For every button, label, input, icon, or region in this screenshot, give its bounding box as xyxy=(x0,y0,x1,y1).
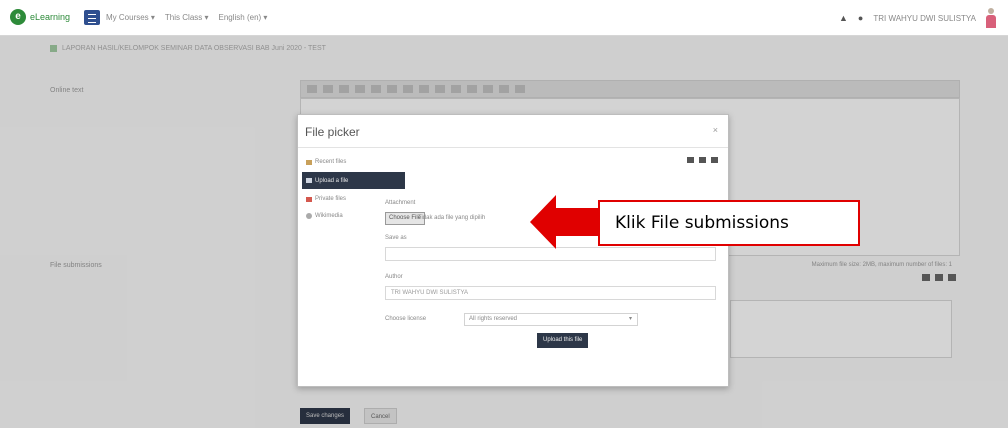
close-icon[interactable]: × xyxy=(713,125,718,135)
repo-item-label: Upload a file xyxy=(315,177,349,184)
save-as-input[interactable] xyxy=(385,247,716,261)
attachment-label: Attachment xyxy=(385,200,416,206)
avatar[interactable] xyxy=(986,8,996,28)
file-picker-toolbar xyxy=(687,157,718,163)
no-file-text: Tidak ada file yang dipilih xyxy=(418,215,486,221)
nav-my-courses[interactable]: My Courses ▾ xyxy=(106,13,155,22)
annotation-text: Klik File submissions xyxy=(615,213,789,233)
arrow-icon xyxy=(530,195,598,249)
top-navbar: e eLearning My Courses ▾ This Class ▾ En… xyxy=(0,0,1008,36)
folder-view-icon[interactable] xyxy=(711,157,718,163)
license-value: All rights reserved xyxy=(469,316,518,322)
upload-icon xyxy=(306,178,312,183)
chevron-down-icon: ▾ xyxy=(628,316,632,322)
divider xyxy=(298,147,728,148)
repo-item-label: Recent files xyxy=(315,159,347,165)
repo-item-label: Wikimedia xyxy=(315,213,343,219)
logo-icon: e xyxy=(10,9,26,25)
license-label: Choose license xyxy=(385,316,427,322)
author-input[interactable]: TRI WAHYU DWI SULISTYA xyxy=(385,286,716,300)
repo-item-label: Private files xyxy=(315,196,347,202)
wikimedia-icon xyxy=(306,213,312,219)
user-area: ▲ ● TRI WAHYU DWI SULISTYA xyxy=(839,8,996,28)
menu-toggle-button[interactable] xyxy=(84,10,100,25)
upload-file-button[interactable]: Upload this file xyxy=(537,333,589,348)
license-select[interactable]: All rights reserved ▾ xyxy=(464,313,638,326)
recent-files-icon xyxy=(306,159,312,165)
repo-item-upload-file[interactable]: Upload a file xyxy=(302,172,405,189)
site-logo[interactable]: e eLearning xyxy=(10,9,70,25)
brand-name: eLearning xyxy=(30,12,71,22)
list-view-icon[interactable] xyxy=(699,157,706,163)
nav-this-class[interactable]: This Class ▾ xyxy=(165,13,209,22)
nav-menu: My Courses ▾ This Class ▾ English (en) ▾ xyxy=(106,13,267,22)
nav-language[interactable]: English (en) ▾ xyxy=(219,13,268,22)
messages-icon[interactable]: ● xyxy=(858,13,863,23)
file-picker-dialog: File picker × Recent files Upload a file… xyxy=(297,114,729,387)
notification-bell-icon[interactable]: ▲ xyxy=(839,13,848,23)
repo-item-recent-files[interactable]: Recent files xyxy=(302,155,405,169)
dialog-title: File picker xyxy=(305,125,360,139)
author-label: Author xyxy=(385,274,403,280)
user-name[interactable]: TRI WAHYU DWI SULISTYA xyxy=(873,14,976,23)
private-files-icon xyxy=(306,196,312,202)
save-as-label: Save as xyxy=(385,235,407,241)
annotation-callout: Klik File submissions xyxy=(598,200,860,246)
grid-view-icon[interactable] xyxy=(687,157,694,163)
